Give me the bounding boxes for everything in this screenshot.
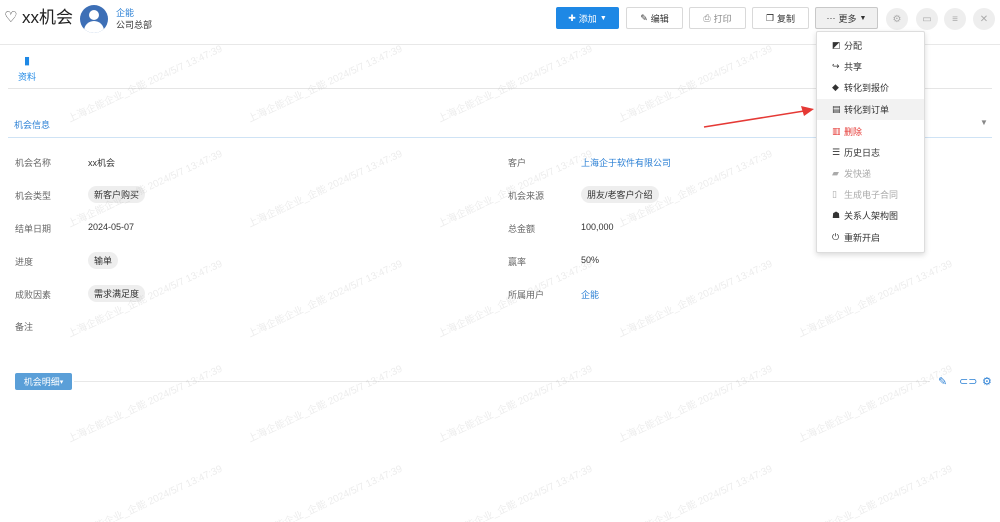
field-value-name: xx机会 [88,158,116,168]
watermark: 上海企能企业_企能 2024/5/7 13:47:39 [246,363,405,446]
caret-down-icon: ▼ [599,14,607,22]
collapse-caret-icon[interactable]: ▼ [980,118,988,127]
print-button[interactable]: ⎙ 打印 [689,7,746,29]
watermark: 上海企能企业_企能 2024/5/7 13:47:39 [246,258,405,341]
caret-down-icon: ▾ [59,378,64,386]
list-icon: ☰ [832,147,841,157]
field-label: 成败因素 [15,290,52,300]
more-dropdown-menu: ◩ 分配 ↪ 共享 ◆ 转化到报价 ▤ 转化到订单 ▥ 删除 ☰ 历史日志 ▰ 发快递 ▯ 生成… [816,31,925,253]
menu-item-delete[interactable]: ▥ 删除 [817,121,924,142]
field-value-customer-link[interactable]: 上海企于软件有限公司 [581,156,671,169]
watermark: 上海企能企业_企能 2024/5/7 13:47:39 [436,43,595,126]
tab-profile[interactable]: ▮ 资料 [12,55,42,83]
print-icon: ⎙ [703,12,711,23]
copy-icon: ❐ [765,12,775,23]
window-icon[interactable]: ▭ [916,8,938,30]
field-label: 所属用户 [508,290,545,300]
menu-item-convert-to-quote[interactable]: ◆ 转化到报价 [817,77,924,98]
file-icon: ▯ [832,189,837,199]
field-value-owner-link[interactable]: 企能 [581,288,599,301]
field-value-factor-tag: 需求满足度 [88,285,146,302]
field-label: 总金额 [508,224,536,234]
watermark: 上海企能企业_企能 2024/5/7 13:47:39 [246,43,405,126]
watermark: 上海企能企业_企能 2024/5/7 13:47:39 [436,363,595,446]
watermark: 上海企能企业_企能 2024/5/7 13:47:39 [796,363,955,446]
menu-item-org-chart[interactable]: ☗ 关系人架构图 [817,205,924,226]
book-icon: ▮ [23,55,31,67]
watermark: 上海企能企业_企能 2024/5/7 13:47:39 [616,363,775,446]
assign-icon: ◩ [832,40,841,50]
owner-department: 公司总部 [116,20,153,30]
edit-icon: ✎ [640,12,648,23]
watermark: 上海企能企业_企能 2024/5/7 13:47:39 [796,463,955,522]
menu-item-convert-to-order[interactable]: ▤ 转化到订单 [817,99,924,120]
menu-item-send-express[interactable]: ▰ 发快递 [817,163,924,184]
menu-item-history-log[interactable]: ☰ 历史日志 [817,142,924,163]
close-icon[interactable]: ✕ [973,8,995,30]
page-title: xx机会 [22,8,73,27]
settings-cog-icon[interactable]: ⚙ [886,8,908,30]
detail-dropdown-button[interactable]: 机会明细 ▾ [15,373,72,390]
more-button[interactable]: ··· 更多 ▼ [815,7,878,29]
field-label: 机会类型 [15,191,52,201]
toggle-icon[interactable]: ⊂⊃ [959,376,977,388]
menu-item-reopen[interactable]: ⏻ 重新开启 [817,227,924,248]
field-value-progress-tag: 输单 [88,252,119,269]
menu-item-share[interactable]: ↪ 共享 [817,56,924,77]
ellipsis-icon: ··· [826,13,836,23]
watermark: 上海企能企业_企能 2024/5/7 13:47:39 [436,463,595,522]
avatar[interactable] [80,5,108,33]
field-value-close-date: 2024-05-07 [88,222,135,232]
field-label: 机会名称 [15,158,52,168]
gear-icon[interactable]: ⚙ [982,376,992,388]
field-label: 结单日期 [15,224,52,234]
field-value-source-tag: 朋友/老客户介绍 [581,186,659,203]
detail-divider [74,381,930,382]
copy-button[interactable]: ❐ 复制 [752,7,809,29]
favorite-heart-icon[interactable]: ♡ [4,9,17,27]
watermark: 上海企能企业_企能 2024/5/7 13:47:39 [66,363,225,446]
watermark: 上海企能企业_企能 2024/5/7 13:47:39 [246,463,405,522]
menu-item-assign[interactable]: ◩ 分配 [817,35,924,56]
watermark: 上海企能企业_企能 2024/5/7 13:47:39 [66,463,225,522]
org-chart-icon: ☗ [832,210,841,220]
menu-item-generate-contract[interactable]: ▯ 生成电子合同 [817,184,924,205]
cube-icon: ◆ [832,82,839,92]
add-button[interactable]: ✚ 添加 ▼ [556,7,619,29]
caret-down-icon: ▼ [859,14,867,22]
annotation-arrow [703,106,814,128]
power-icon: ⏻ [832,232,840,242]
watermark: 上海企能企业_企能 2024/5/7 13:47:39 [616,463,775,522]
field-label: 进度 [15,257,34,267]
edit-button[interactable]: ✎ 编辑 [626,7,683,29]
watermark: 上海企能企业_企能 2024/5/7 13:47:39 [796,258,955,341]
field-value-win-rate: 50% [581,255,600,265]
field-label: 备注 [15,322,34,332]
watermark: 上海企能企业_企能 2024/5/7 13:47:39 [246,148,405,231]
watermark: 上海企能企业_企能 2024/5/7 13:47:39 [616,258,775,341]
share-icon: ↪ [832,61,840,71]
field-label: 赢率 [508,257,527,267]
field-label: 机会来源 [508,191,545,201]
field-value-type-tag: 新客户购买 [88,186,146,203]
plus-icon: ✚ [568,12,576,23]
truck-icon: ▰ [832,168,839,178]
field-label: 客户 [508,158,527,168]
section-title[interactable]: 机会信息 [14,118,50,131]
watermark: 上海企能企业_企能 2024/5/7 13:47:39 [66,43,225,126]
pencil-icon[interactable]: ✎ [938,376,947,388]
trash-icon: ▥ [832,126,841,136]
document-icon: ▤ [832,104,841,114]
notes-icon[interactable]: ≡ [944,8,966,30]
field-value-amount: 100,000 [581,222,614,232]
